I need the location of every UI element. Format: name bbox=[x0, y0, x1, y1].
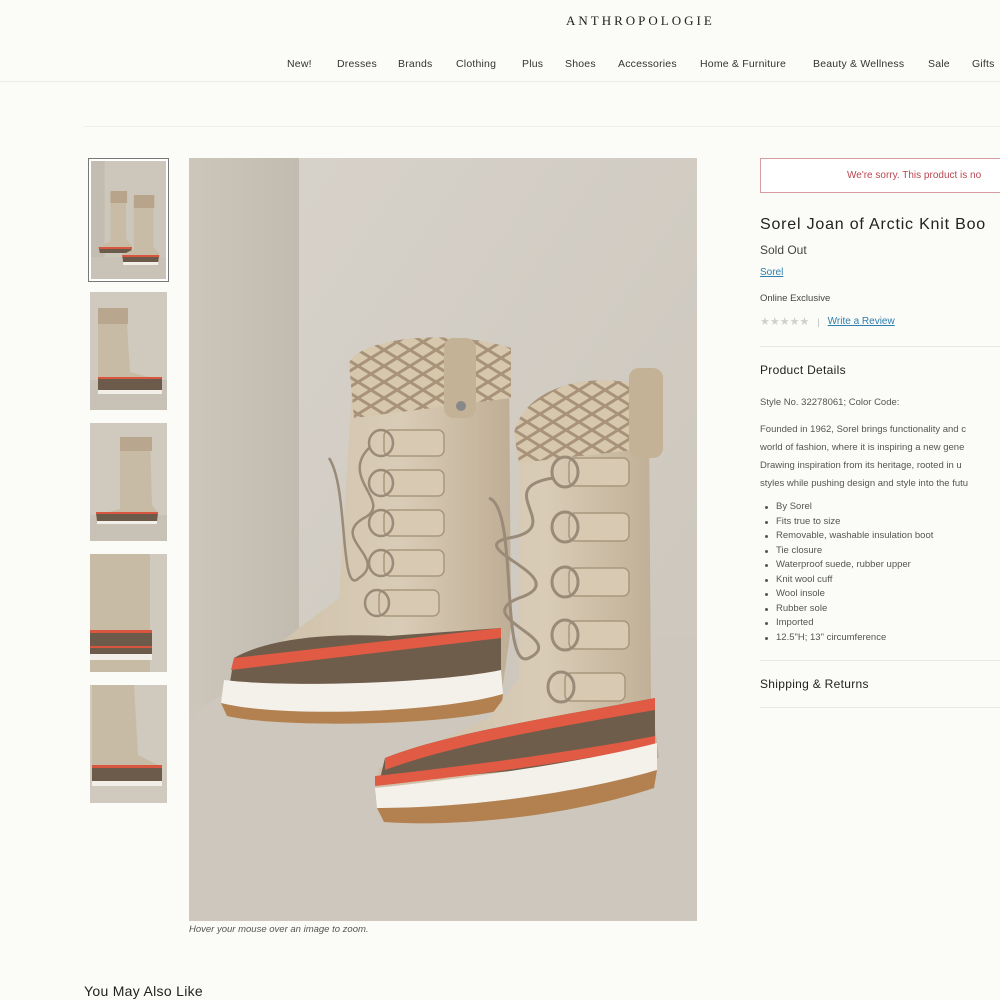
feature-item: Rubber sole bbox=[764, 602, 933, 617]
boot-front-detail-image bbox=[90, 685, 167, 803]
zoom-hint: Hover your mouse over an image to zoom. bbox=[189, 924, 369, 935]
recommendations-heading: You May Also Like bbox=[84, 983, 203, 999]
site-logo[interactable]: ANTHROPOLOGIE bbox=[566, 13, 715, 29]
thumbnail-2[interactable] bbox=[90, 292, 167, 410]
divider bbox=[760, 346, 1000, 347]
product-details-heading[interactable]: Product Details bbox=[760, 363, 846, 377]
nav-item-clothing[interactable]: Clothing bbox=[456, 58, 496, 70]
style-number: Style No. 32278061; Color Code: bbox=[760, 397, 900, 408]
feature-item: Imported bbox=[764, 616, 933, 631]
boot-detail-image bbox=[90, 554, 167, 672]
divider bbox=[760, 707, 1000, 708]
boot-side-view-image bbox=[90, 292, 167, 410]
feature-item: Tie closure bbox=[764, 544, 933, 559]
boot-back-view-image bbox=[90, 423, 167, 541]
boots-main-photo bbox=[189, 158, 697, 921]
divider bbox=[760, 660, 1000, 661]
rating-separator: | bbox=[817, 316, 820, 327]
unavailable-alert: We're sorry. This product is no bbox=[760, 158, 1000, 193]
thumbnail-5[interactable] bbox=[90, 685, 167, 803]
nav-item-plus[interactable]: Plus bbox=[522, 58, 543, 70]
header-divider bbox=[0, 81, 1000, 82]
nav-item-sale[interactable]: Sale bbox=[928, 58, 950, 70]
feature-item: 12.5"H; 13" circumference bbox=[764, 631, 933, 646]
nav-item-new[interactable]: New! bbox=[287, 58, 312, 70]
feature-item: Removable, washable insulation boot bbox=[764, 529, 933, 544]
nav-item-home-furniture[interactable]: Home & Furniture bbox=[700, 58, 786, 70]
nav-item-dresses[interactable]: Dresses bbox=[337, 58, 377, 70]
stock-status: Sold Out bbox=[760, 243, 807, 257]
feature-item: Waterproof suede, rubber upper bbox=[764, 558, 933, 573]
thumbnail-3[interactable] bbox=[90, 423, 167, 541]
thumbnail-4[interactable] bbox=[90, 554, 167, 672]
description-line: styles while pushing design and style in… bbox=[760, 478, 969, 489]
nav-item-brands[interactable]: Brands bbox=[398, 58, 432, 70]
nav-item-gifts[interactable]: Gifts bbox=[972, 58, 995, 70]
feature-item: Fits true to size bbox=[764, 515, 933, 530]
main-nav: New! Dresses Brands Clothing Plus Shoes … bbox=[0, 58, 1000, 72]
product-title: Sorel Joan of Arctic Knit Boo bbox=[760, 216, 986, 233]
feature-item: By Sorel bbox=[764, 500, 933, 515]
description-line: Drawing inspiration from its heritage, r… bbox=[760, 460, 962, 471]
write-review-link[interactable]: Write a Review bbox=[828, 316, 895, 327]
feature-item: Wool insole bbox=[764, 587, 933, 602]
brand-link[interactable]: Sorel bbox=[760, 267, 783, 278]
boots-pair-image bbox=[91, 161, 166, 279]
star-rating: ★★★★★ bbox=[760, 316, 810, 328]
shipping-returns-heading[interactable]: Shipping & Returns bbox=[760, 677, 869, 691]
main-product-image[interactable] bbox=[189, 158, 697, 921]
content-divider bbox=[84, 126, 1000, 127]
availability-label: Online Exclusive bbox=[760, 293, 831, 304]
description-line: world of fashion, where it is inspiring … bbox=[760, 442, 965, 453]
description-line: Founded in 1962, Sorel brings functional… bbox=[760, 424, 966, 435]
nav-item-shoes[interactable]: Shoes bbox=[565, 58, 596, 70]
product-description: Founded in 1962, Sorel brings functional… bbox=[760, 421, 1000, 493]
nav-item-accessories[interactable]: Accessories bbox=[618, 58, 677, 70]
nav-item-beauty-wellness[interactable]: Beauty & Wellness bbox=[813, 58, 904, 70]
feature-list: By Sorel Fits true to size Removable, wa… bbox=[764, 500, 933, 645]
feature-item: Knit wool cuff bbox=[764, 573, 933, 588]
rating-row: ★★★★★ | Write a Review bbox=[760, 315, 895, 328]
thumbnail-1[interactable] bbox=[88, 158, 169, 282]
